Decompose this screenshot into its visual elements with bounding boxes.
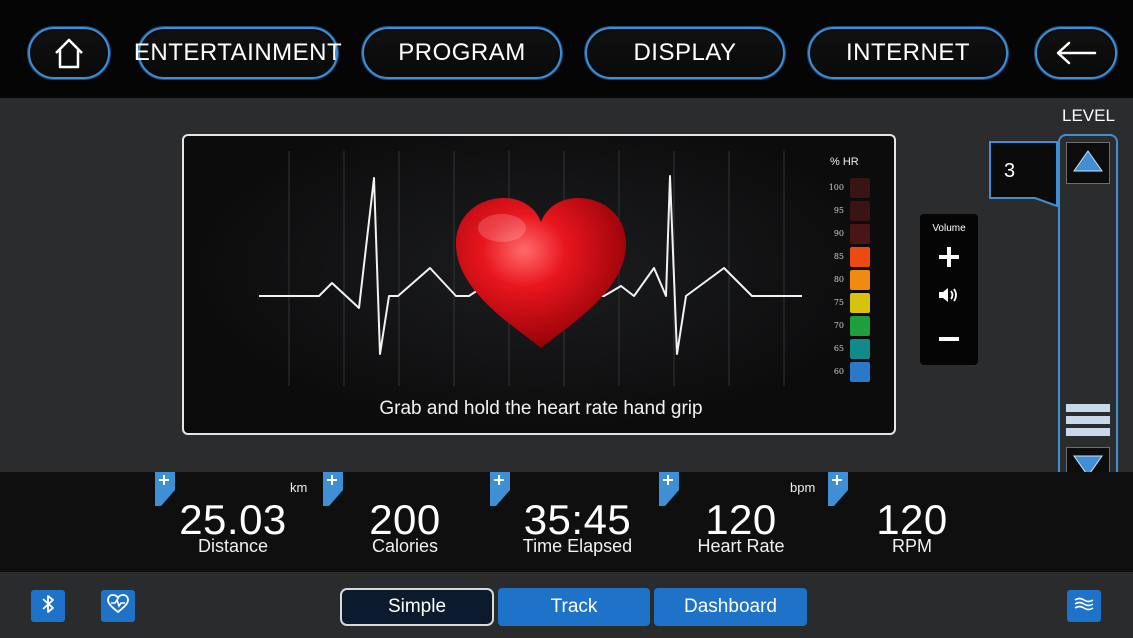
hr-zone-swatch [850,201,870,221]
mute-button[interactable] [920,286,978,309]
calories-label: Calories [371,536,439,556]
hr-zone-label: 90 [833,229,844,238]
hr-zone-row: 65 [814,339,874,359]
add-stat-button-rpm[interactable] [828,472,848,506]
volume-up-button[interactable] [920,246,978,273]
hr-zone-label: 95 [833,206,844,215]
level-indicator-tag [989,141,1058,207]
hr-zone-label: 70 [833,321,844,330]
display-button[interactable]: DISPLAY [585,27,785,79]
home-button[interactable] [28,27,110,79]
hr-zone-row: 70 [814,316,874,336]
bottom-bar: Simple Track Dashboard [0,572,1133,638]
hr-zone-row: 75 [814,293,874,313]
hr-zone-swatch [850,270,870,290]
volume-label: Volume [932,223,966,234]
triangle-up-icon [1072,149,1104,178]
hr-zone-swatch [850,316,870,336]
hr-zone-swatch [850,247,870,267]
heart-rate-label: Heart Rate [697,536,785,556]
heart-monitor-icon [107,593,129,619]
distance-label: Distance [197,536,269,556]
hr-zone-swatch [850,178,870,198]
distance-unit: km [290,480,308,495]
mode-dashboard-button[interactable]: Dashboard [654,588,807,626]
hr-zone-label: 60 [833,367,844,376]
minus-icon [938,330,960,348]
hr-scale-title: % HR [830,156,859,168]
waves-menu-icon [1074,596,1094,617]
level-slider[interactable] [1058,134,1118,497]
workout-stats-strip: 25.03 Distance km 200 Calories 35:45 Tim… [0,472,1133,572]
mode-track-button[interactable]: Track [498,588,650,626]
add-stat-button-distance[interactable] [155,472,175,506]
add-stat-button-calories[interactable] [323,472,343,506]
stat-rpm: 120 RPM [857,472,967,572]
hr-zone-label: 75 [833,298,844,307]
volume-panel: Volume [920,214,978,365]
stat-heart-rate: 120 Heart Rate bpm [686,472,815,572]
rpm-label: RPM [892,536,932,556]
top-nav-bar: ENTERTAINMENT PROGRAM DISPLAY INTERNET [0,0,1133,98]
level-up-button[interactable] [1066,142,1110,184]
level-title: LEVEL [1062,106,1115,125]
stat-distance: 25.03 Distance km [178,472,307,572]
hr-zone-label: 100 [828,183,844,192]
level-value: 3 [1004,160,1016,182]
hr-zone-row: 90 [814,224,874,244]
hr-zone-label: 85 [833,252,844,261]
hr-zone-swatch [850,362,870,382]
bluetooth-button[interactable] [31,590,65,622]
hr-zone-row: 100 [814,178,874,198]
level-slider-handle[interactable] [1066,404,1110,442]
mode-simple-button[interactable]: Simple [340,588,494,626]
entertainment-button[interactable]: ENTERTAINMENT [134,27,342,79]
heart-icon [456,198,626,348]
time-elapsed-label: Time Elapsed [522,536,633,556]
hr-zone-label: 65 [833,344,844,353]
hr-zone-row: 60 [814,362,874,382]
hr-zone-row: 95 [814,201,874,221]
stat-time-elapsed: 35:45 Time Elapsed [510,472,645,572]
home-icon [51,35,87,71]
stat-calories: 200 Calories [350,472,460,572]
hr-zone-swatch [850,293,870,313]
hr-zone-swatch [850,339,870,359]
heart-rate-monitor: % HR 100 95 90 85 80 75 70 65 60 Grab and hold t… [182,134,896,435]
bluetooth-icon [40,594,56,619]
plus-icon [938,246,960,273]
heart-rate-unit: bpm [790,480,816,495]
add-stat-button-time[interactable] [490,472,510,506]
program-button[interactable]: PROGRAM [362,27,562,79]
speaker-icon [938,286,960,309]
hr-zone-swatch [850,224,870,244]
hr-zone-row: 85 [814,247,874,267]
add-stat-button-heart-rate[interactable] [659,472,679,506]
grip-prompt: Grab and hold the heart rate hand grip [379,398,703,419]
heart-monitor-button[interactable] [101,590,135,622]
ecg-graph [214,151,804,386]
volume-down-button[interactable] [920,330,978,348]
arrow-left-icon [1055,41,1097,65]
internet-button[interactable]: INTERNET [808,27,1008,79]
hr-zone-row: 80 [814,270,874,290]
hr-zone-label: 80 [833,275,844,284]
menu-button[interactable] [1067,590,1101,622]
back-button[interactable] [1035,27,1117,79]
